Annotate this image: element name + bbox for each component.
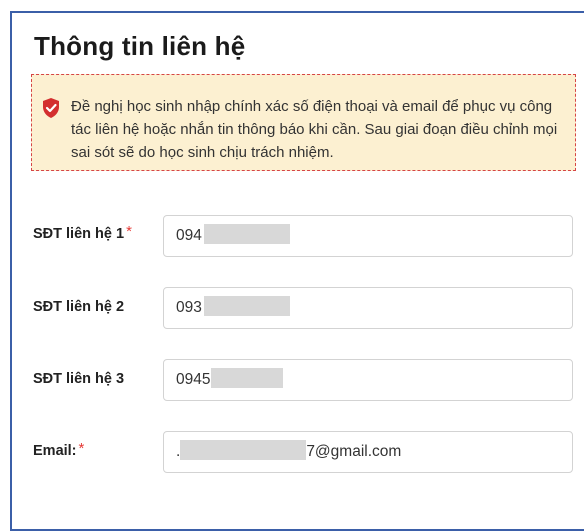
phone3-value: 0945 bbox=[176, 371, 211, 388]
phone3-label: SĐT liên hệ 3 bbox=[33, 371, 124, 387]
shield-check-icon bbox=[42, 98, 60, 118]
phone1-label: SĐT liên hệ 1 * bbox=[33, 223, 132, 243]
notice-box: Đề nghị học sinh nhập chính xác số điện … bbox=[31, 74, 576, 171]
email-input[interactable]: . 7@gmail.com bbox=[163, 431, 573, 473]
phone2-label-text: SĐT liên hệ 2 bbox=[33, 299, 125, 315]
contact-info-card: Thông tin liên hệ Đề nghị học sinh nhập … bbox=[10, 11, 584, 531]
phone1-value: 094 bbox=[176, 227, 202, 244]
phone1-input[interactable]: 094 bbox=[163, 215, 573, 257]
redaction-mask bbox=[203, 223, 290, 244]
phone3-input[interactable]: 0945 bbox=[163, 359, 573, 401]
section-title: Thông tin liên hệ bbox=[34, 31, 246, 61]
required-mark: * bbox=[78, 440, 85, 457]
redaction-mask bbox=[203, 295, 290, 316]
notice-text: Đề nghị học sinh nhập chính xác số điện … bbox=[71, 98, 558, 161]
phone2-label: SĐT liên hệ 2 bbox=[33, 299, 124, 315]
phone1-label-text: SĐT liên hệ 1 bbox=[33, 226, 125, 242]
required-mark: * bbox=[126, 223, 132, 240]
email-value-suffix: 7@gmail.com bbox=[306, 443, 402, 460]
phone2-input[interactable]: 093 bbox=[163, 287, 573, 329]
redaction-mask bbox=[180, 439, 307, 460]
email-label: Email: * bbox=[33, 440, 85, 460]
email-label-text: Email: bbox=[33, 443, 77, 459]
phone2-value: 093 bbox=[176, 299, 202, 316]
redaction-mask bbox=[211, 367, 284, 388]
phone3-label-text: SĐT liên hệ 3 bbox=[33, 371, 125, 387]
